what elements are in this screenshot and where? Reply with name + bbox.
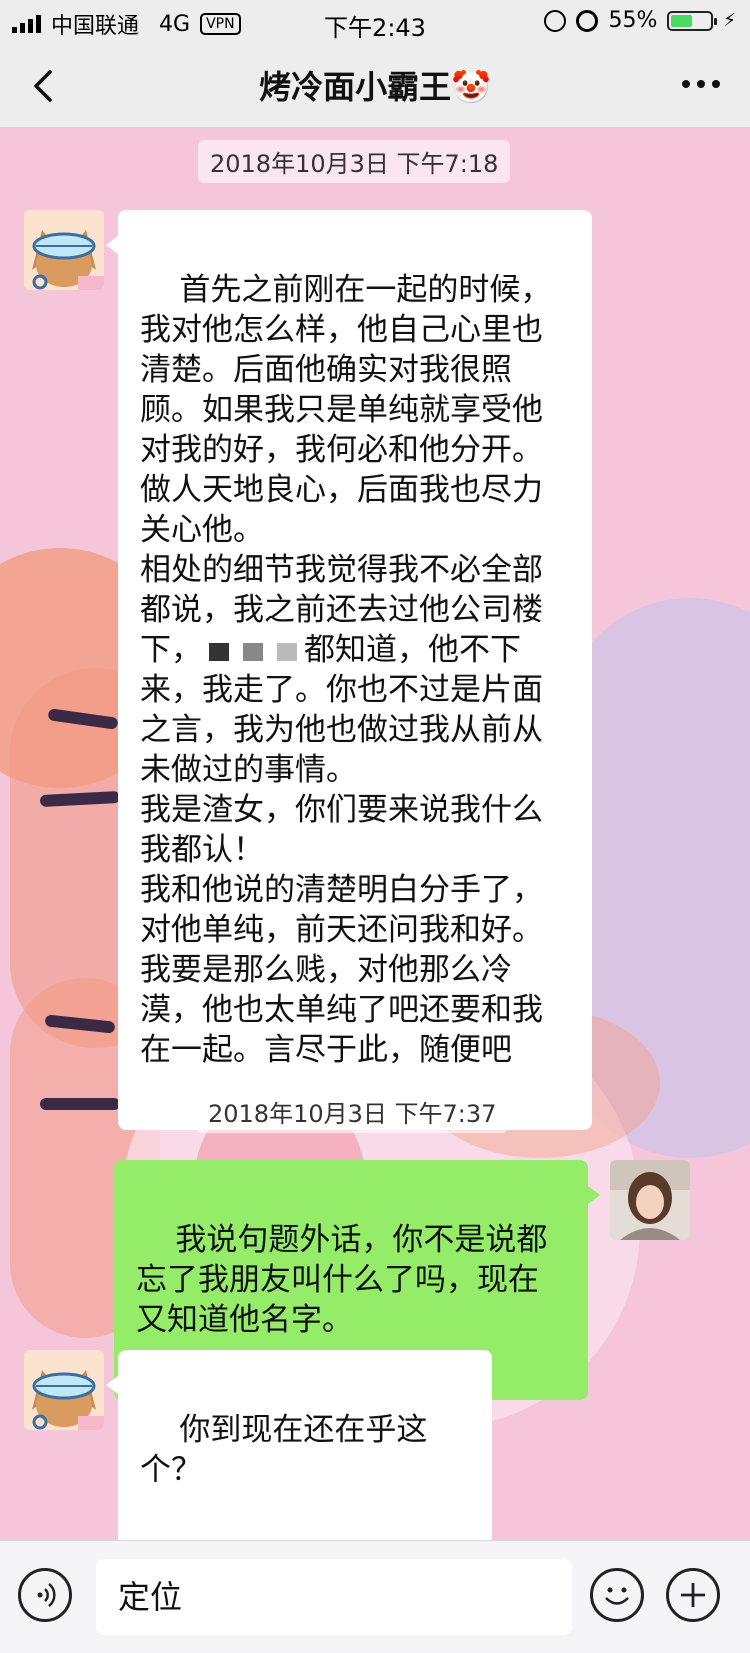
emoji-icon[interactable] (590, 1568, 644, 1622)
contact-avatar[interactable] (24, 1350, 104, 1430)
message-text: 首先之前刚在一起的时候，我对他怎么样，他自己心里也清楚。后面他确实对我很照顾。如… (140, 272, 552, 668)
chat-header: 烤冷面小霸王🤡 (0, 44, 750, 128)
voice-icon[interactable] (18, 1568, 72, 1622)
message-text: 我说句题外话，你不是说都忘了我朋友叫什么了吗，现在又知道他名字。 (136, 1222, 548, 1338)
battery-percent: 55% (608, 8, 658, 33)
message-text-continued: 都知道，他不下来，我走了。你也不过是片面之言，我为他也做过我从前从未做过的事情。… (140, 632, 543, 1068)
redaction-block (243, 642, 263, 661)
message-timestamp: 2018年10月3日 下午7:37 (196, 1090, 509, 1133)
message-text: 你到现在还在乎这个？ (140, 1412, 428, 1488)
contact-avatar[interactable] (24, 210, 104, 290)
incoming-message-bubble[interactable]: 首先之前刚在一起的时候，我对他怎么样，他自己心里也清楚。后面他确实对我很照顾。如… (106, 210, 592, 1130)
incoming-message-bubble[interactable]: 你到现在还在乎这个？ (106, 1350, 492, 1550)
status-bar: 中国联通 4G VPN 下午2:43 55% ⚡ (0, 0, 750, 44)
chat-screen: 中国联通 4G VPN 下午2:43 55% ⚡ 烤冷面小霸王🤡 2018年10… (0, 0, 750, 1653)
user-avatar[interactable] (610, 1160, 690, 1240)
redaction-block (209, 642, 229, 661)
plus-icon[interactable] (666, 1568, 720, 1622)
more-dots-icon[interactable] (682, 80, 720, 88)
chat-title: 烤冷面小霸王🤡 (259, 68, 491, 106)
battery-icon (667, 10, 718, 31)
message-timestamp: 2018年10月3日 下午7:18 (198, 140, 511, 183)
charging-icon: ⚡ (723, 10, 736, 31)
message-input[interactable]: 定位 (96, 1559, 572, 1635)
rotation-lock-icon (544, 9, 567, 32)
redaction-block (277, 642, 297, 661)
alarm-icon (576, 9, 599, 32)
input-bar: 定位 (0, 1540, 750, 1653)
